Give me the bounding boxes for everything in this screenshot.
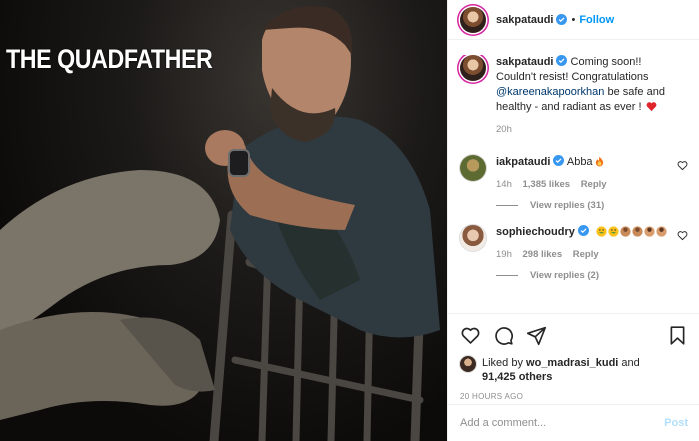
likes-prefix: Liked by — [482, 357, 527, 369]
like-comment-heart-icon[interactable] — [677, 230, 688, 241]
commenter-avatar[interactable] — [460, 225, 486, 251]
comment-item: iakpataudi Abba 14h 1,385 likes Reply — [460, 155, 688, 192]
post-comment-button[interactable]: Post — [664, 417, 688, 429]
red-heart-emoji-icon — [646, 102, 656, 112]
action-bar — [448, 314, 699, 356]
comment-item: sophiechoudry 19h 298 likes Reply — [460, 225, 688, 262]
post-actions-section: Liked by wo_madrasi_kudi and 91,425 othe… — [448, 313, 699, 401]
verified-icon — [553, 155, 565, 166]
family-emoji-icon — [632, 226, 643, 237]
follow-button[interactable]: Follow — [579, 14, 614, 26]
comment-input[interactable] — [460, 417, 665, 429]
fire-emoji-icon — [595, 156, 603, 167]
comment-username[interactable]: sophiechoudry — [496, 226, 575, 238]
family-emoji-icon — [656, 226, 667, 237]
caption-body: sakpataudi Coming soon!! Couldn't resist… — [496, 55, 671, 137]
verified-icon — [577, 225, 589, 236]
comment-icon[interactable] — [493, 325, 514, 346]
comment-likes[interactable]: 1,385 likes — [523, 179, 571, 190]
caption-age: 20h — [496, 124, 512, 135]
photo-overlay-title: THE QUADFATHER — [6, 44, 213, 74]
comments-list[interactable]: sakpataudi Coming soon!! Couldn't resist… — [448, 55, 699, 313]
family-emoji-icon — [620, 226, 631, 237]
caption-username[interactable]: sakpataudi — [496, 56, 553, 68]
likes-mid: and — [618, 357, 640, 369]
share-icon[interactable] — [526, 325, 547, 346]
comment-body: iakpataudi Abba 14h 1,385 likes Reply — [496, 155, 671, 192]
commenter-avatar[interactable] — [460, 155, 486, 181]
likes-summary: Liked by wo_madrasi_kudi and 91,425 othe… — [448, 356, 699, 384]
author-avatar[interactable] — [460, 6, 486, 33]
comment-meta: 19h 298 likes Reply — [496, 247, 671, 262]
post-header: sakpataudi • Follow — [448, 0, 699, 40]
liker-username[interactable]: wo_madrasi_kudi — [526, 357, 618, 369]
comment-likes[interactable]: 298 likes — [523, 249, 563, 260]
author-username[interactable]: sakpataudi — [496, 14, 553, 26]
comment-age: 19h — [496, 249, 512, 260]
reply-button[interactable]: Reply — [573, 249, 599, 260]
post-side-panel: sakpataudi • Follow sakpataudi Coming so… — [447, 0, 699, 441]
heart-icon[interactable] — [460, 325, 481, 346]
replies-divider — [496, 205, 518, 206]
view-replies-label: View replies (2) — [530, 270, 599, 281]
replies-divider — [496, 275, 518, 276]
grinning-emoji-icon — [596, 226, 607, 237]
likes-text: Liked by wo_madrasi_kudi and 91,425 othe… — [482, 356, 640, 384]
post-photo[interactable]: THE QUADFATHER — [0, 0, 447, 441]
likes-count[interactable]: 91,425 others — [482, 371, 552, 383]
comment-meta: 14h 1,385 likes Reply — [496, 177, 671, 192]
bookmark-icon[interactable] — [667, 325, 688, 346]
caption-avatar[interactable] — [460, 55, 486, 81]
header-separator: • — [571, 13, 576, 26]
post-timestamp[interactable]: 20 HOURS AGO — [448, 384, 699, 401]
comment-age: 14h — [496, 179, 512, 190]
caption-mention[interactable]: @kareenakapoorkhan — [496, 86, 604, 98]
view-replies-label: View replies (31) — [530, 200, 605, 211]
verified-icon — [556, 14, 568, 25]
comment-composer: Post — [448, 404, 699, 441]
grinning-emoji-icon — [608, 226, 619, 237]
caption-meta: 20h — [496, 122, 671, 137]
comment-username[interactable]: iakpataudi — [496, 156, 550, 168]
comment-text: Abba — [566, 156, 593, 168]
emoji-row — [595, 226, 667, 238]
reply-button[interactable]: Reply — [581, 179, 607, 190]
liker-avatar[interactable] — [460, 356, 476, 372]
view-replies-button[interactable]: View replies (2) — [496, 270, 688, 281]
caption-item: sakpataudi Coming soon!! Couldn't resist… — [460, 55, 688, 137]
view-replies-button[interactable]: View replies (31) — [496, 200, 688, 211]
comment-body: sophiechoudry 19h 298 likes Reply — [496, 225, 671, 262]
family-emoji-icon — [644, 226, 655, 237]
like-comment-heart-icon[interactable] — [677, 160, 688, 171]
verified-icon — [556, 55, 568, 66]
